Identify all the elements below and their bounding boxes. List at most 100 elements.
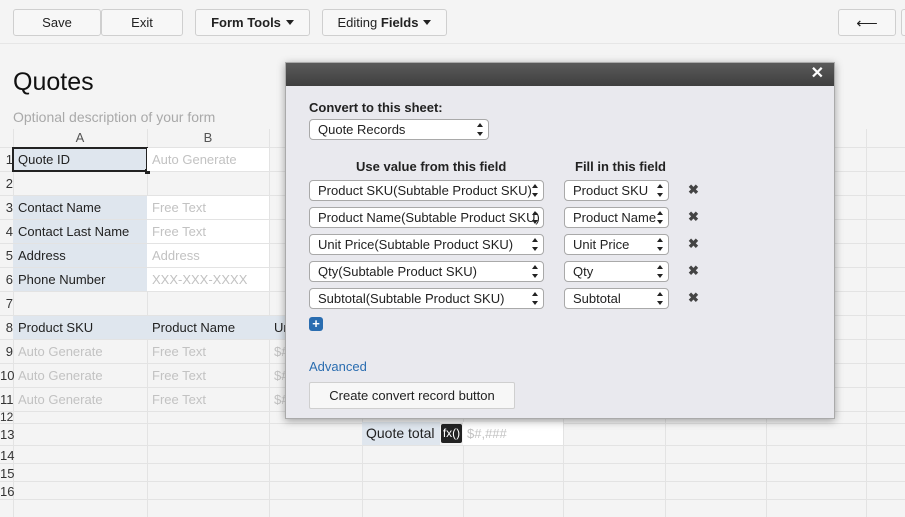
select-arrows-icon xyxy=(477,123,484,136)
exit-label: Exit xyxy=(131,15,153,30)
convert-sheet-label: Convert to this sheet: xyxy=(309,100,443,115)
form-tools-label: Form Tools xyxy=(211,15,281,30)
select-arrows-icon xyxy=(657,292,664,305)
row-number: 7 xyxy=(5,296,13,311)
grid-line xyxy=(866,129,867,517)
formula-icon[interactable]: fx() xyxy=(441,424,462,443)
select-arrows-icon xyxy=(657,265,664,278)
subtable-header-product-name[interactable]: Product Name xyxy=(147,316,269,339)
delete-mapping-icon[interactable]: ✖ xyxy=(688,182,699,198)
row-number: 14 xyxy=(0,448,15,463)
target-field-select[interactable]: Unit Price xyxy=(564,234,669,255)
convert-sheet-value: Quote Records xyxy=(318,122,406,137)
source-field-select[interactable]: Subtotal(Subtable Product SKU) xyxy=(309,288,544,309)
forward-button[interactable] xyxy=(901,9,905,36)
save-button[interactable]: Save xyxy=(13,9,101,36)
source-field-select[interactable]: Product Name(Subtable Product SKU) xyxy=(309,207,544,228)
row-number: 13 xyxy=(0,427,15,442)
field-value-contact-last-name[interactable]: Free Text xyxy=(147,220,269,243)
grid-line xyxy=(0,499,905,500)
row-number: 3 xyxy=(5,200,13,215)
select-arrows-icon xyxy=(532,238,539,251)
target-field-value: Product Name xyxy=(573,210,657,225)
source-field-select[interactable]: Qty(Subtable Product SKU) xyxy=(309,261,544,282)
subtable-cell[interactable]: Free Text xyxy=(147,364,269,387)
grid-line xyxy=(0,481,905,482)
column-header-b[interactable]: B xyxy=(147,129,269,147)
quote-total-label[interactable]: Quote total xyxy=(362,422,440,445)
source-field-value: Product SKU(Subtable Product SKU) xyxy=(318,183,532,198)
select-arrows-icon xyxy=(532,211,539,224)
target-field-select[interactable]: Qty xyxy=(564,261,669,282)
create-convert-button[interactable]: Create convert record button xyxy=(309,382,515,409)
source-field-value: Product Name(Subtable Product SKU) xyxy=(318,210,540,225)
convert-sheet-select[interactable]: Quote Records xyxy=(309,119,489,140)
caret-down-icon xyxy=(423,20,432,25)
row-number: 11 xyxy=(0,392,14,407)
quote-total-value[interactable]: $#,### xyxy=(463,422,563,445)
form-tools-dropdown[interactable]: Form Tools xyxy=(195,9,310,36)
source-field-value: Qty(Subtable Product SKU) xyxy=(318,264,477,279)
row-number: 12 xyxy=(0,410,14,424)
subtable-cell[interactable]: Auto Generate xyxy=(13,388,147,411)
target-field-select[interactable]: Product SKU xyxy=(564,180,669,201)
editing-fields-label: Fields xyxy=(380,15,419,30)
delete-mapping-icon[interactable]: ✖ xyxy=(688,263,699,279)
select-arrows-icon xyxy=(532,184,539,197)
row-number: 16 xyxy=(0,484,15,499)
target-field-value: Qty xyxy=(573,264,594,279)
arrow-left-icon: ⟵ xyxy=(856,14,878,32)
exit-button[interactable]: Exit xyxy=(101,9,183,36)
row-number: 6 xyxy=(5,272,13,287)
back-button[interactable]: ⟵ xyxy=(838,9,896,36)
fill-in-header: Fill in this field xyxy=(575,159,666,174)
target-field-value: Unit Price xyxy=(573,237,630,252)
editing-fields-dropdown[interactable]: Editing Fields xyxy=(322,9,447,36)
caret-down-icon xyxy=(285,20,294,25)
subtable-cell[interactable]: Auto Generate xyxy=(13,340,147,363)
field-value-contact-name[interactable]: Free Text xyxy=(147,196,269,219)
source-field-select[interactable]: Product SKU(Subtable Product SKU) xyxy=(309,180,544,201)
target-field-value: Subtotal xyxy=(573,291,621,306)
delete-mapping-icon[interactable]: ✖ xyxy=(688,290,699,306)
target-field-select[interactable]: Subtotal xyxy=(564,288,669,309)
add-mapping-icon[interactable]: + xyxy=(309,317,323,331)
field-label-contact-last-name[interactable]: Contact Last Name xyxy=(13,220,147,243)
toolbar: Save Exit Form Tools Editing Fields ⟵ xyxy=(0,0,905,44)
convert-record-dialog: ✕ Convert to this sheet: Quote Records U… xyxy=(285,62,835,419)
delete-mapping-icon[interactable]: ✖ xyxy=(688,209,699,225)
source-field-select[interactable]: Unit Price(Subtable Product SKU) xyxy=(309,234,544,255)
use-value-header: Use value from this field xyxy=(356,159,507,174)
select-arrows-icon xyxy=(657,184,664,197)
form-title[interactable]: Quotes xyxy=(13,68,94,97)
row-number: 8 xyxy=(5,320,13,335)
field-label-contact-name[interactable]: Contact Name xyxy=(13,196,147,219)
field-label-phone-number[interactable]: Phone Number xyxy=(13,268,147,291)
row-number: 2 xyxy=(5,176,13,191)
select-arrows-icon xyxy=(657,211,664,224)
field-label-quote-id[interactable]: Quote ID xyxy=(12,147,148,172)
subtable-cell[interactable]: Free Text xyxy=(147,340,269,363)
row-number: 9 xyxy=(5,344,13,359)
field-label-address[interactable]: Address xyxy=(13,244,147,267)
field-value-address[interactable]: Address xyxy=(147,244,269,267)
field-value-phone-number[interactable]: XXX-XXX-XXXX xyxy=(147,268,269,291)
subtable-cell[interactable]: Free Text xyxy=(147,388,269,411)
source-field-value: Unit Price(Subtable Product SKU) xyxy=(318,237,514,252)
target-field-select[interactable]: Product Name xyxy=(564,207,669,228)
delete-mapping-icon[interactable]: ✖ xyxy=(688,236,699,252)
close-icon[interactable]: ✕ xyxy=(811,64,824,84)
select-arrows-icon xyxy=(532,292,539,305)
dialog-header: ✕ xyxy=(286,63,834,86)
advanced-link[interactable]: Advanced xyxy=(309,359,367,374)
editing-prefix-label: Editing xyxy=(337,15,381,30)
subtable-cell[interactable]: Auto Generate xyxy=(13,364,147,387)
row-number: 5 xyxy=(5,248,13,263)
select-arrows-icon xyxy=(657,238,664,251)
column-header-a[interactable]: A xyxy=(13,129,147,147)
form-description[interactable]: Optional description of your form xyxy=(13,109,215,125)
row-number: 1 xyxy=(5,152,13,167)
grid-line xyxy=(0,463,905,464)
field-value-quote-id[interactable]: Auto Generate xyxy=(147,148,269,171)
subtable-header-product-sku[interactable]: Product SKU xyxy=(13,316,147,339)
